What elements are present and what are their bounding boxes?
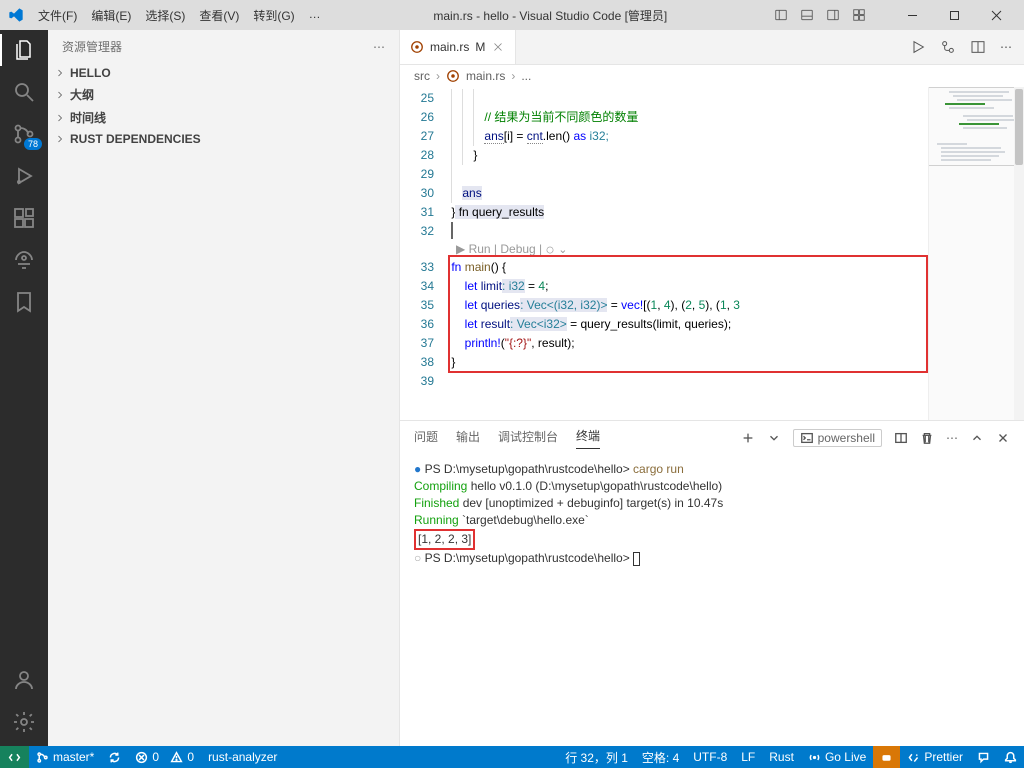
explorer-icon[interactable]: [12, 38, 36, 62]
scm-badge: 78: [24, 138, 42, 150]
sidebar-more-icon[interactable]: ⋯: [373, 40, 385, 54]
new-terminal-icon[interactable]: [741, 431, 755, 445]
cursor-position[interactable]: 行 32，列 1: [558, 746, 635, 768]
menu-edit[interactable]: 编辑(E): [85, 3, 137, 28]
menu-selection[interactable]: 选择(S): [139, 3, 191, 28]
diff-icon[interactable]: [940, 39, 956, 55]
rust-file-icon: [410, 40, 424, 54]
branch-status[interactable]: master*: [29, 746, 101, 768]
sidebar-outline[interactable]: 大纲: [48, 83, 399, 106]
panel-tab-output[interactable]: 输出: [456, 428, 480, 449]
minimap[interactable]: [928, 87, 1024, 420]
maximize-button[interactable]: [934, 1, 974, 29]
feedback-icon[interactable]: [970, 746, 997, 768]
code-editor[interactable]: // 结果为当前不同颜色的数量 ans[i] = cnt.len() as i3…: [448, 87, 928, 420]
go-live-button[interactable]: Go Live: [801, 746, 873, 768]
menu-more[interactable]: …: [303, 3, 327, 28]
codelens[interactable]: ▶ Run | Debug | ⌄: [448, 241, 928, 258]
minimize-button[interactable]: [892, 1, 932, 29]
indent-status[interactable]: 空格: 4: [635, 746, 686, 768]
menu-bar: 文件(F) 编辑(E) 选择(S) 查看(V) 转到(G) …: [32, 3, 327, 28]
prettier-status[interactable]: Prettier: [900, 746, 970, 768]
search-icon[interactable]: [12, 80, 36, 104]
layout-secondary-icon[interactable]: [826, 8, 840, 22]
sidebar-title: 资源管理器: [62, 38, 373, 55]
layout-primary-icon[interactable]: [774, 8, 788, 22]
copilot-status[interactable]: [873, 746, 900, 768]
vscode-logo: [8, 7, 24, 23]
sidebar-rust-deps[interactable]: RUST DEPENDENCIES: [48, 129, 399, 149]
tab-label: main.rs: [430, 40, 469, 54]
layout-panel-icon[interactable]: [800, 8, 814, 22]
problems-status[interactable]: 0 0: [128, 746, 201, 768]
line-gutter: 2526272829303132 33343536373839: [400, 87, 448, 420]
extensions-icon[interactable]: [12, 206, 36, 230]
lsp-status[interactable]: rust-analyzer: [201, 746, 284, 768]
split-icon[interactable]: [970, 39, 986, 55]
breadcrumb[interactable]: src› main.rs›...: [400, 65, 1024, 87]
terminal[interactable]: ● PS D:\mysetup\gopath\rustcode\hello> c…: [400, 455, 1024, 746]
menu-file[interactable]: 文件(F): [32, 3, 83, 28]
kill-terminal-icon[interactable]: [920, 431, 934, 445]
menu-go[interactable]: 转到(G): [247, 3, 300, 28]
run-icon[interactable]: [910, 39, 926, 55]
language-status[interactable]: Rust: [762, 746, 801, 768]
accounts-icon[interactable]: [12, 668, 36, 692]
panel-close-icon[interactable]: [996, 431, 1010, 445]
encoding-status[interactable]: UTF-8: [686, 746, 734, 768]
debug-icon[interactable]: [12, 164, 36, 188]
settings-gear-icon[interactable]: [12, 710, 36, 734]
tab-main-rs[interactable]: main.rs M: [400, 30, 516, 64]
editor-more-icon[interactable]: ⋯: [1000, 40, 1012, 54]
sync-status[interactable]: [101, 746, 128, 768]
eol-status[interactable]: LF: [734, 746, 762, 768]
sidebar-hello[interactable]: HELLO: [48, 63, 399, 83]
remote-explorer-icon[interactable]: [12, 248, 36, 272]
terminal-profile[interactable]: powershell: [793, 429, 882, 447]
panel-maximize-icon[interactable]: [970, 431, 984, 445]
window-title: main.rs - hello - Visual Studio Code [管理…: [327, 7, 774, 24]
panel-tab-terminal[interactable]: 终端: [576, 427, 600, 449]
notifications-icon[interactable]: [997, 746, 1024, 768]
panel-more-icon[interactable]: ⋯: [946, 431, 958, 445]
panel-tab-problems[interactable]: 问题: [414, 428, 438, 449]
terminal-dropdown-icon[interactable]: [767, 431, 781, 445]
bookmark-icon[interactable]: [12, 290, 36, 314]
customize-layout-icon[interactable]: [852, 8, 866, 22]
panel-tab-debug-console[interactable]: 调试控制台: [498, 428, 558, 449]
output-highlight: [1, 2, 2, 3]: [414, 529, 475, 550]
scm-icon[interactable]: 78: [12, 122, 36, 146]
split-terminal-icon[interactable]: [894, 431, 908, 445]
tab-modified: M: [475, 40, 485, 54]
rust-file-icon: [446, 69, 460, 83]
sidebar-timeline[interactable]: 时间线: [48, 106, 399, 129]
remote-button[interactable]: [0, 746, 29, 768]
tab-close-icon[interactable]: [491, 40, 505, 54]
close-button[interactable]: [976, 1, 1016, 29]
menu-view[interactable]: 查看(V): [193, 3, 245, 28]
